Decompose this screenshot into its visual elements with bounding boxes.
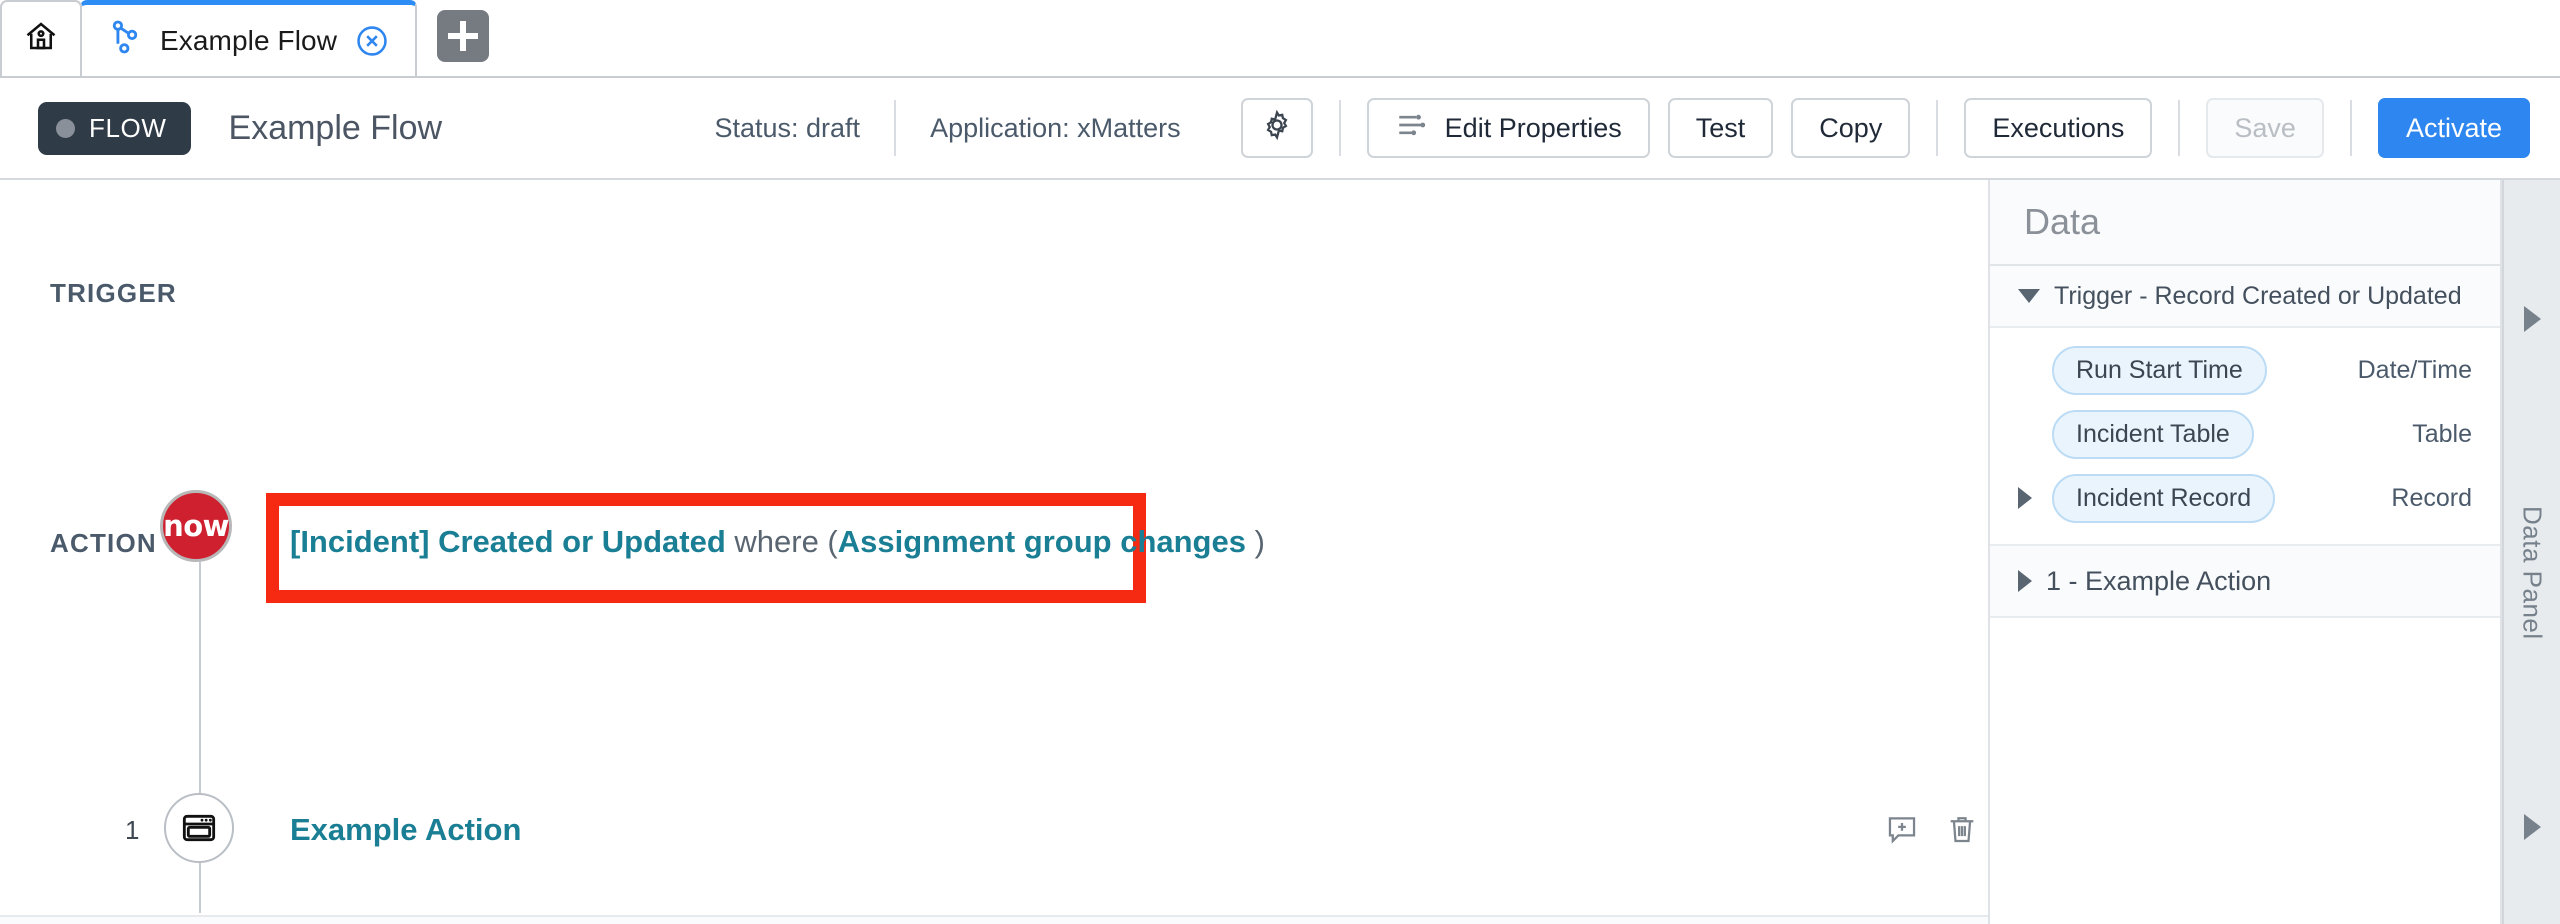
- trigger-condition-text[interactable]: [Incident] Created or Updated where (Ass…: [290, 524, 1265, 560]
- tab-example-flow[interactable]: Example Flow: [80, 0, 418, 76]
- tab-home[interactable]: [0, 0, 82, 76]
- trigger-node-icon[interactable]: now: [160, 490, 232, 562]
- connector-line: [199, 562, 201, 828]
- edit-properties-button[interactable]: Edit Properties: [1366, 98, 1650, 158]
- trigger-section-label: TRIGGER: [50, 278, 177, 308]
- action-node-icon[interactable]: [164, 793, 234, 863]
- tab-label: Example Flow: [160, 24, 338, 56]
- test-button[interactable]: Test: [1667, 98, 1774, 158]
- data-group-action[interactable]: 1 - Example Action: [1990, 544, 2500, 618]
- window-icon: [164, 793, 234, 863]
- trigger-close-paren: ): [1245, 524, 1265, 559]
- activate-label: Activate: [2405, 112, 2502, 143]
- action-name-link[interactable]: Example Action: [290, 812, 521, 848]
- test-label: Test: [1695, 112, 1746, 143]
- caret-right-icon-top[interactable]: [2523, 306, 2541, 332]
- add-comment-icon[interactable]: [1885, 812, 1919, 851]
- caret-right-icon-bottom[interactable]: [2523, 814, 2541, 840]
- status-dot-icon: [56, 118, 75, 138]
- chevron-right-icon: [2018, 487, 2032, 509]
- add-step-row[interactable]: [0, 915, 1988, 924]
- data-panel-title: Data: [1990, 180, 2500, 266]
- divider: [2349, 100, 2352, 156]
- trash-icon[interactable]: [1985, 525, 1988, 564]
- trigger-record-label: [Incident] Created or Updated: [290, 524, 726, 559]
- copy-label: Copy: [1819, 112, 1883, 143]
- status-text: Status: draft: [714, 112, 861, 143]
- data-panel-rail-label: Data Panel: [2517, 506, 2548, 640]
- expand-slot[interactable]: [2018, 487, 2040, 509]
- data-group-trigger-label: Trigger - Record Created or Updated: [2054, 281, 2462, 310]
- trash-icon[interactable]: [1945, 812, 1979, 851]
- chevron-down-icon: [2018, 289, 2040, 303]
- action-section-label: ACTION: [50, 528, 157, 558]
- copy-button[interactable]: Copy: [1791, 98, 1911, 158]
- flow-badge-label: FLOW: [89, 112, 167, 143]
- toolbar: FLOW Example Flow Status: draft Applicat…: [0, 78, 2560, 180]
- data-row[interactable]: Incident Record Record: [1990, 466, 2500, 530]
- connector-line-2: [199, 863, 201, 913]
- home-icon: [23, 18, 59, 61]
- flow-branch-icon: [108, 18, 142, 63]
- trigger-condition-label: Assignment group changes: [837, 524, 1246, 559]
- gear-icon: [1260, 108, 1294, 149]
- tab-bar: Example Flow: [0, 0, 2560, 78]
- data-panel: Data Trigger - Record Created or Updated…: [1990, 180, 2502, 924]
- data-type-label: Record: [2391, 483, 2472, 512]
- flow-type-badge: FLOW: [38, 101, 191, 155]
- data-rows: Run Start Time Date/Time Incident Table …: [1990, 328, 2500, 544]
- executions-button[interactable]: Executions: [1964, 98, 2153, 158]
- plus-icon: [448, 21, 479, 51]
- divider: [1338, 100, 1341, 156]
- data-type-label: Date/Time: [2357, 355, 2472, 384]
- divider: [1936, 100, 1939, 156]
- data-panel-rail[interactable]: Data Panel: [2502, 180, 2560, 924]
- page-title: Example Flow: [228, 108, 443, 147]
- close-circle-icon[interactable]: [355, 24, 389, 58]
- edit-properties-label: Edit Properties: [1444, 112, 1622, 143]
- workspace: TRIGGER now [Incident] Created or Update…: [0, 180, 2560, 924]
- action-row-actions: [1885, 812, 1988, 851]
- servicenow-logo-icon: now: [160, 490, 232, 562]
- activate-button[interactable]: Activate: [2377, 98, 2530, 158]
- chevron-right-icon: [2018, 570, 2032, 592]
- data-row[interactable]: Run Start Time Date/Time: [1990, 338, 2500, 402]
- data-pill[interactable]: Incident Record: [2052, 473, 2276, 523]
- settings-button[interactable]: [1240, 98, 1313, 158]
- data-group-action-label: 1 - Example Action: [2046, 565, 2272, 596]
- data-group-trigger[interactable]: Trigger - Record Created or Updated: [1990, 266, 2500, 328]
- data-pill[interactable]: Run Start Time: [2052, 345, 2267, 395]
- data-row[interactable]: Incident Table Table: [1990, 402, 2500, 466]
- trigger-row-actions: [1985, 525, 1988, 564]
- trigger-where-label: where (: [725, 524, 838, 559]
- flow-canvas: TRIGGER now [Incident] Created or Update…: [0, 180, 1990, 924]
- executions-label: Executions: [1992, 112, 2125, 143]
- application-text: Application: xMatters: [930, 112, 1181, 143]
- action-step-number: 1: [125, 815, 140, 845]
- new-tab-button[interactable]: [437, 10, 490, 62]
- data-type-label: Table: [2412, 419, 2472, 448]
- save-button[interactable]: Save: [2206, 98, 2324, 158]
- divider: [2178, 100, 2181, 156]
- save-label: Save: [2234, 112, 2296, 143]
- data-pill[interactable]: Incident Table: [2052, 409, 2254, 459]
- sliders-icon: [1395, 108, 1429, 149]
